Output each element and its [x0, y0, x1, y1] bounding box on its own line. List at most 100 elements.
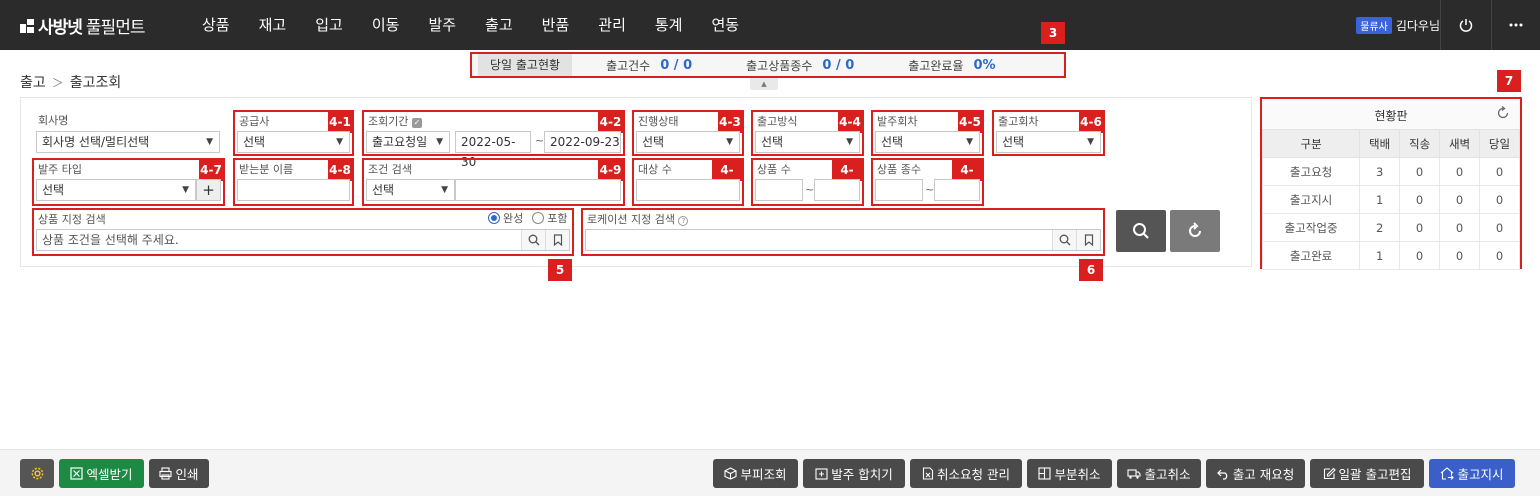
product-search-input[interactable]: 상품 조건을 선택해 주세요.: [36, 229, 570, 251]
count-cell[interactable]: 1: [1359, 185, 1401, 214]
target-count-input[interactable]: [636, 179, 740, 201]
cancel-request-button[interactable]: 취소요청 관리: [910, 459, 1022, 488]
search-icon[interactable]: [521, 230, 545, 250]
reset-button[interactable]: [1170, 210, 1220, 252]
bookmark-icon[interactable]: [1076, 230, 1100, 250]
partial-icon: [1038, 467, 1052, 480]
gear-icon: [31, 467, 43, 480]
chevron-down-icon: ▼: [726, 137, 733, 147]
count-cell[interactable]: 0: [1479, 213, 1520, 242]
bookmark-icon[interactable]: [545, 230, 569, 250]
field-label: 진행상태: [638, 115, 679, 128]
order-type-select[interactable]: 선택 ▼: [36, 179, 196, 201]
menu-integration[interactable]: 연동: [711, 0, 739, 50]
merge-orders-button[interactable]: 발주 합치기: [803, 459, 905, 488]
count-cell[interactable]: 0: [1479, 241, 1520, 270]
radio-complete[interactable]: [488, 212, 500, 224]
search-icon[interactable]: [1052, 230, 1076, 250]
condition-input[interactable]: [455, 179, 621, 201]
field-label: 상품 지정 검색: [38, 213, 106, 226]
status-label: 출고상품종수: [746, 58, 813, 73]
re-request-button[interactable]: 출고 재요청: [1206, 459, 1305, 488]
settings-button[interactable]: [20, 459, 54, 488]
breadcrumb-parent[interactable]: 출고: [20, 72, 46, 92]
outbound-cancel-button[interactable]: 출고취소: [1117, 459, 1201, 488]
outbound-instruction-button[interactable]: 출고지시: [1429, 459, 1515, 488]
collapse-toggle[interactable]: ▲: [750, 78, 778, 90]
progress-select[interactable]: 선택 ▼: [636, 131, 740, 153]
count-cell[interactable]: 0: [1399, 241, 1441, 270]
more-icon[interactable]: [1491, 0, 1540, 50]
date-from-input[interactable]: 2022-05-30: [455, 131, 531, 169]
menu-return[interactable]: 반품: [542, 0, 570, 50]
field-label: 출고방식: [757, 115, 798, 128]
field-label: 회사명: [38, 114, 69, 127]
brand-logo[interactable]: 사방넷 풀필먼트: [20, 13, 145, 38]
receiver-input[interactable]: [237, 179, 350, 201]
menu-inbound[interactable]: 입고: [315, 0, 343, 50]
refresh-icon[interactable]: [1496, 105, 1510, 123]
menu-stats[interactable]: 통계: [655, 0, 683, 50]
print-button[interactable]: 인쇄: [149, 459, 209, 488]
excel-download-button[interactable]: 엑셀받기: [59, 459, 144, 488]
radio-contains[interactable]: [532, 212, 545, 224]
menu-outbound[interactable]: 출고: [485, 0, 513, 50]
count-cell[interactable]: 0: [1439, 213, 1481, 242]
method-select[interactable]: 선택 ▼: [755, 131, 860, 153]
menu-manage[interactable]: 관리: [598, 0, 626, 50]
menu-product[interactable]: 상품: [202, 0, 230, 50]
menu-transfer[interactable]: 이동: [372, 0, 400, 50]
logo-text: 사방넷: [38, 18, 83, 38]
annotation-tag: 4-12: [952, 159, 982, 199]
status-value: 0%: [973, 57, 996, 73]
add-order-type-button[interactable]: +: [196, 179, 221, 201]
period-type-select[interactable]: 출고요청일 ▼: [366, 131, 450, 153]
menu-order[interactable]: 발주: [428, 0, 456, 50]
match-option-group: 완성 포함: [488, 210, 568, 226]
today-outbound-status: 당일 출고현황 출고건수 0 / 0 출고상품종수 0 / 0 출고완료율 0%: [470, 52, 1066, 78]
item-count-max-input[interactable]: [814, 179, 860, 201]
truck-cancel-icon: [1127, 469, 1142, 479]
help-icon: ?: [678, 216, 689, 226]
item-kinds-max-input[interactable]: [934, 179, 980, 201]
user-info[interactable]: 물류사 김다우님: [1356, 17, 1440, 34]
annotation-tag: 6: [1079, 259, 1103, 281]
menu-inventory[interactable]: 재고: [259, 0, 287, 50]
refresh-icon: [1189, 222, 1201, 237]
supplier-select[interactable]: 선택 ▼: [237, 131, 350, 153]
item-kinds-min-input[interactable]: [875, 179, 923, 201]
user-name: 김다우님: [1395, 19, 1440, 33]
range-separator: ~: [535, 134, 545, 147]
info-icon: ✓: [411, 118, 422, 128]
count-cell[interactable]: 0: [1479, 157, 1520, 186]
date-to-input[interactable]: 2022-09-23: [544, 131, 621, 153]
order-round-select[interactable]: 선택 ▼: [875, 131, 980, 153]
count-cell[interactable]: 0: [1439, 241, 1481, 270]
search-button[interactable]: [1116, 210, 1166, 252]
condition-select[interactable]: 선택 ▼: [366, 179, 455, 201]
volume-check-button[interactable]: 부피조회: [713, 459, 798, 488]
count-cell[interactable]: 2: [1359, 213, 1401, 242]
count-cell[interactable]: 1: [1359, 241, 1401, 270]
status-value: 0 / 0: [660, 57, 693, 73]
count-cell[interactable]: 0: [1439, 185, 1481, 214]
power-icon[interactable]: [1441, 0, 1491, 50]
location-search-input[interactable]: [585, 229, 1101, 251]
count-cell[interactable]: 0: [1439, 157, 1481, 186]
annotation-tag: 4-5: [958, 111, 982, 133]
count-cell[interactable]: 3: [1359, 157, 1401, 186]
count-cell[interactable]: 0: [1479, 185, 1520, 214]
count-cell[interactable]: 0: [1399, 185, 1441, 214]
status-tab[interactable]: 당일 출고현황: [478, 54, 573, 76]
ship-round-select[interactable]: 선택 ▼: [996, 131, 1101, 153]
range-separator: ~: [925, 183, 935, 196]
field-label: 발주회차: [877, 115, 918, 128]
status-label: 출고건수: [606, 58, 651, 73]
count-cell[interactable]: 0: [1399, 213, 1441, 242]
item-count-min-input[interactable]: [755, 179, 803, 201]
count-cell[interactable]: 0: [1399, 157, 1441, 186]
company-select[interactable]: 회사명 선택/멀티선택 ▼: [36, 131, 220, 153]
bulk-edit-button[interactable]: 일괄 출고편집: [1310, 459, 1424, 488]
partial-cancel-button[interactable]: 부분취소: [1027, 459, 1112, 488]
annotation-tag: 4-2: [598, 111, 623, 133]
